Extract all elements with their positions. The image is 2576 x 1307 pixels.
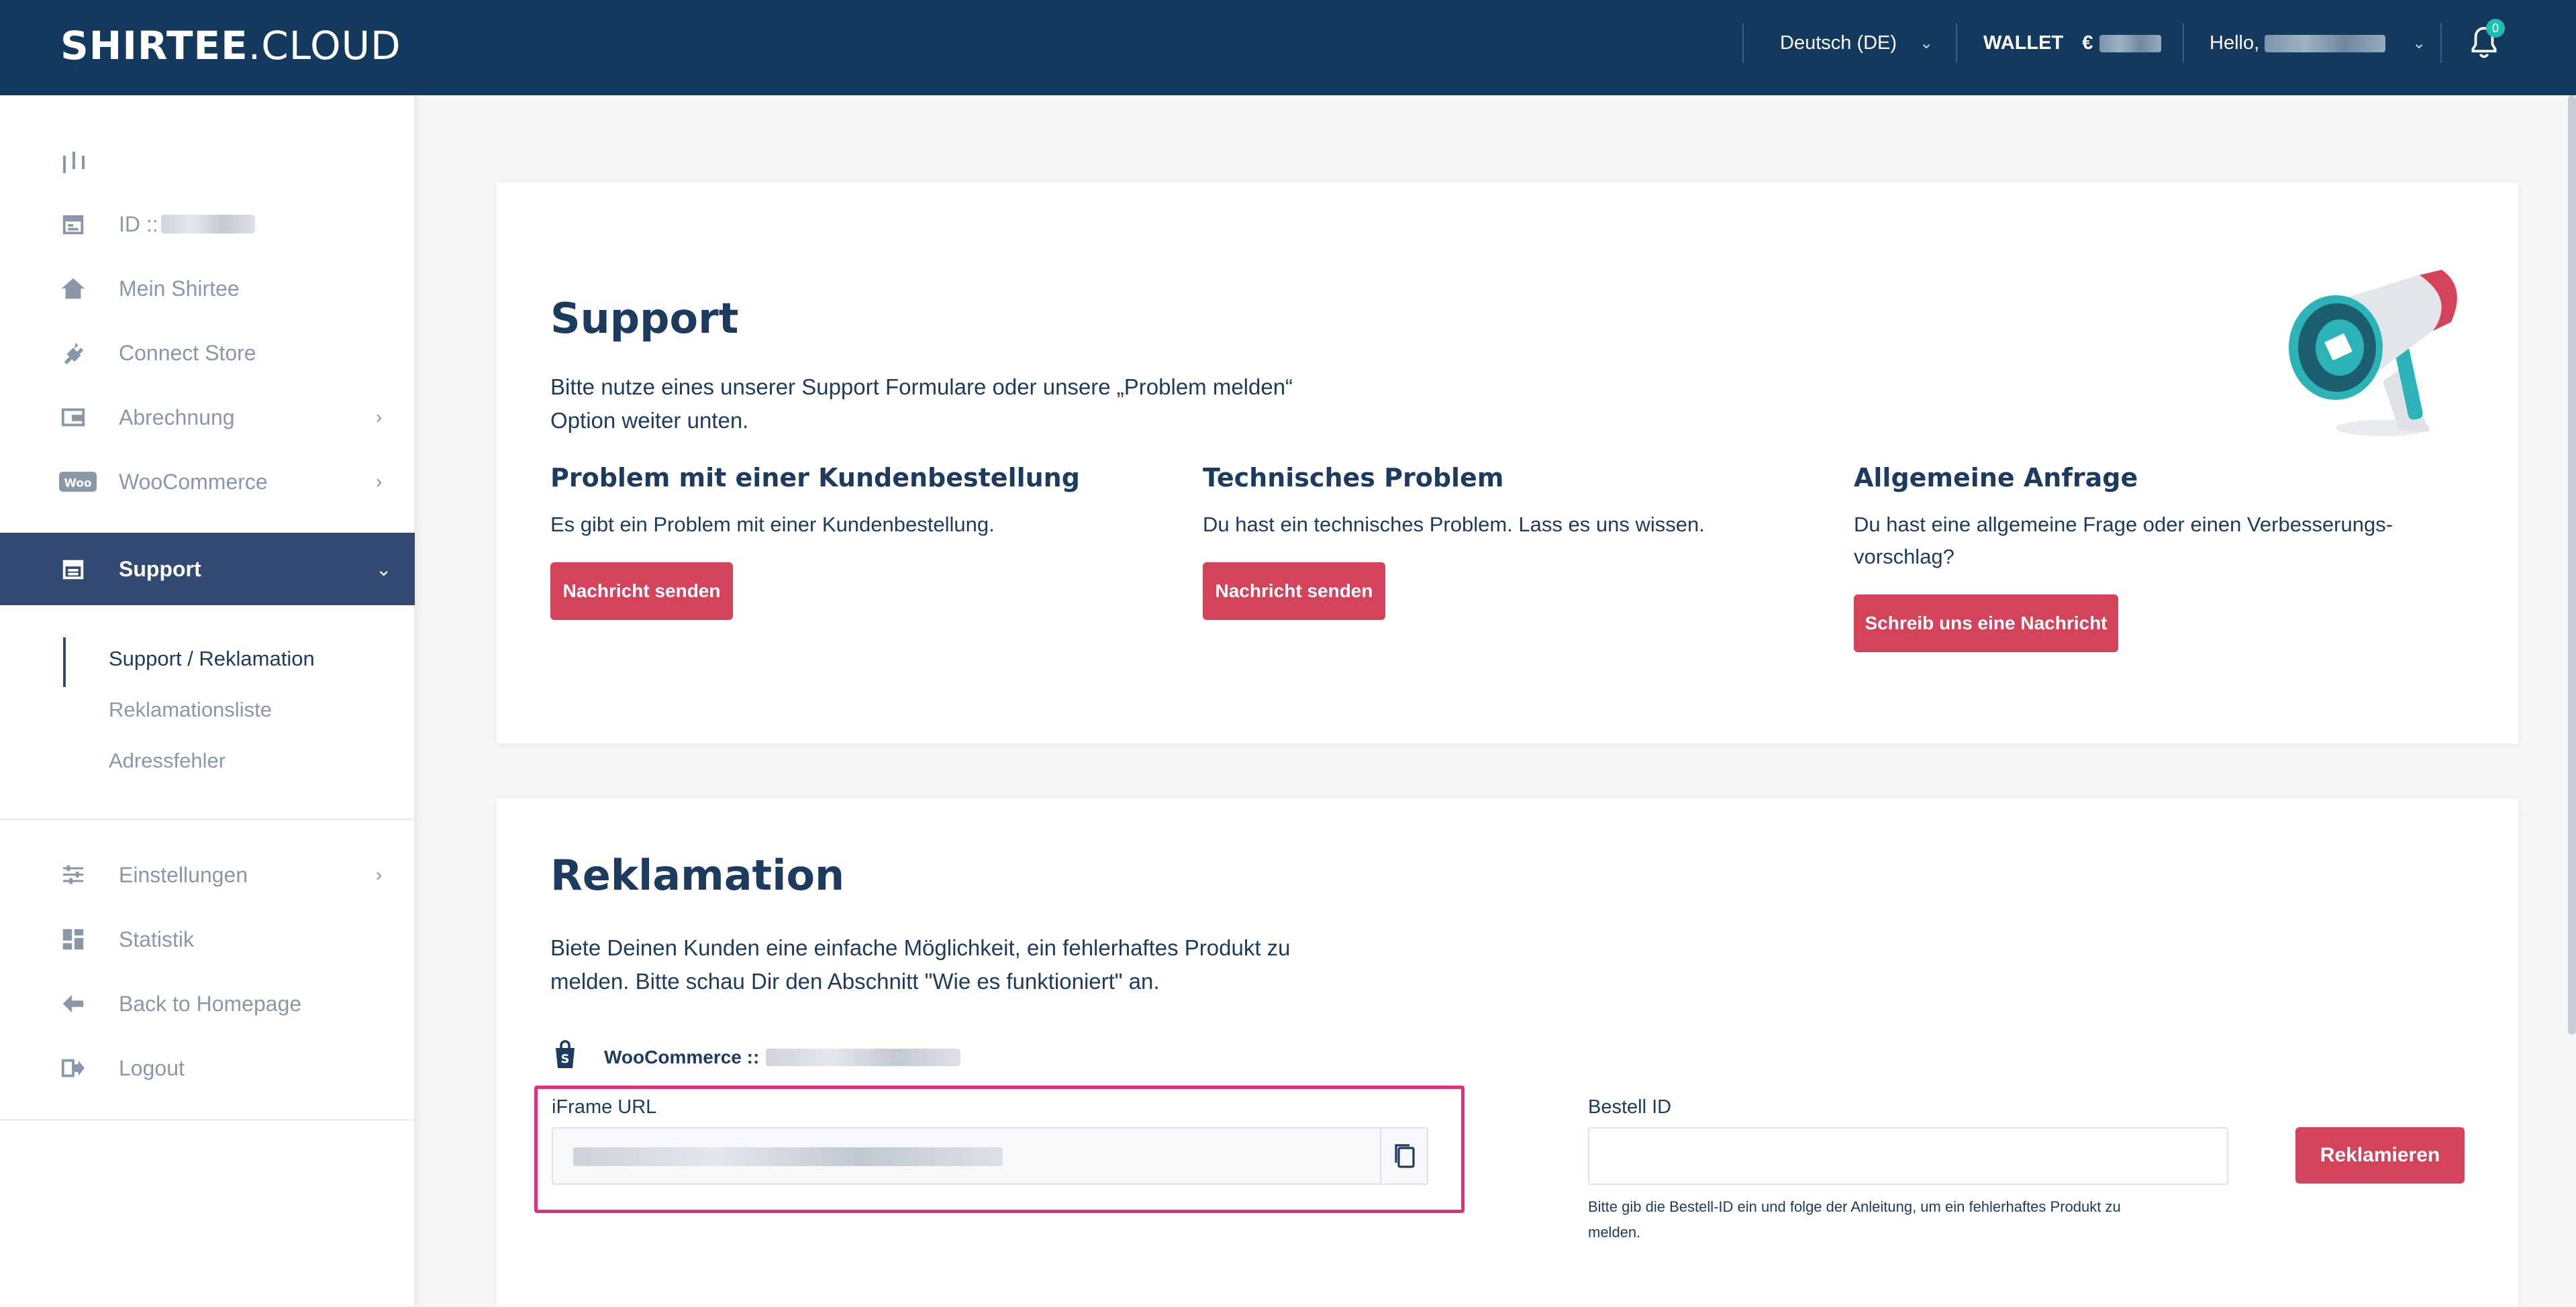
sidebar-item-label: Logout [119, 1055, 185, 1080]
reklamation-card: Reklamation Biete Deinen Kunden eine ein… [497, 798, 2518, 1307]
sidebar-item-abrechnung[interactable]: Abrechnung › [0, 390, 415, 444]
column-title-allgemein: Allgemeine Anfrage [1854, 463, 2138, 492]
sidebar: ID :: Mein Shirtee Connect Store Abrechn… [0, 95, 415, 1307]
scrollbar[interactable] [2568, 95, 2576, 1035]
sidebar-item-id[interactable]: ID :: [0, 197, 415, 251]
send-message-button-technical[interactable]: Nachricht senden [1203, 562, 1385, 620]
divider [1742, 23, 1744, 63]
sliders-icon [62, 865, 84, 884]
language-selector[interactable]: Deutsch (DE) ⌄ [1780, 32, 1933, 54]
chevron-right-icon: › [376, 864, 383, 885]
divider [1956, 23, 1957, 63]
divider [2440, 23, 2442, 63]
id-redacted [161, 215, 255, 233]
sidebar-item-support[interactable]: Support ⌄ [0, 533, 415, 605]
wallet-currency: € [2082, 32, 2093, 54]
sidebar-item-statistik[interactable]: Statistik [0, 912, 415, 966]
sidebar-item-label: Connect Store [119, 340, 256, 365]
wallet-icon [61, 408, 85, 427]
sidebar-item-label: Mein Shirtee [119, 276, 240, 301]
support-icon [62, 560, 84, 580]
top-bar: SHIRTEE.CLOUD Deutsch (DE) ⌄ WALLET € He… [0, 0, 2576, 95]
reklamation-description: Biete Deinen Kunden eine einfache Möglic… [550, 935, 1291, 994]
sidebar-item-label: WooCommerce [119, 469, 268, 494]
order-id-label: Bestell ID [1588, 1096, 1672, 1118]
sidebar-item-logout[interactable]: Logout [0, 1041, 415, 1095]
send-message-button-order[interactable]: Nachricht senden [550, 562, 733, 620]
sub-item-reklamationsliste[interactable]: Reklamationsliste [109, 698, 272, 722]
arrow-left-icon [62, 994, 84, 1013]
write-message-button[interactable]: Schreib uns eine Nachricht [1854, 594, 2118, 652]
notification-badge: 0 [2486, 19, 2505, 38]
active-sub-indicator [63, 637, 66, 687]
support-card: Support Bitte nutze eines unserer Suppor… [497, 182, 2518, 743]
wallet-label: WALLET [1983, 32, 2064, 54]
store-icon [62, 215, 84, 235]
wallet[interactable]: WALLET € [1983, 32, 2162, 54]
language-label: Deutsch (DE) [1780, 32, 1897, 54]
svg-text:S: S [561, 1052, 570, 1066]
sub-item-adressfehler[interactable]: Adressfehler [109, 749, 226, 773]
copy-button[interactable] [1380, 1129, 1427, 1184]
wallet-amount-redacted [2099, 34, 2162, 52]
woocommerce-icon: Woo [59, 472, 97, 492]
support-title: Support [550, 294, 739, 343]
iframe-url-label: iFrame URL [552, 1096, 657, 1118]
store-name: WooCommerce :: [604, 1047, 961, 1068]
divider [2183, 23, 2184, 63]
sidebar-item-einstellungen[interactable]: Einstellungen › [0, 848, 415, 902]
sidebar-item-back-to-homepage[interactable]: Back to Homepage [0, 977, 415, 1031]
logout-icon [61, 1059, 85, 1078]
chevron-right-icon: › [376, 471, 383, 492]
reklamation-title: Reklamation [550, 851, 845, 900]
divider [0, 1119, 415, 1120]
sidebar-item-label: Einstellungen [119, 862, 248, 887]
divider [0, 819, 415, 820]
plug-icon [64, 342, 84, 365]
copy-icon [1395, 1144, 1415, 1168]
chevron-down-icon: ⌄ [2412, 34, 2426, 52]
username-redacted [2265, 34, 2386, 52]
sub-item-support-reklamation[interactable]: Support / Reklamation [109, 647, 315, 671]
megaphone-icon [2289, 270, 2457, 436]
support-description: Bitte nutze eines unserer Support Formul… [550, 374, 1293, 433]
collapse-icon[interactable] [60, 150, 87, 177]
logo[interactable]: SHIRTEE.CLOUD [60, 23, 401, 68]
column-title-kundenbestellung: Problem mit einer Kundenbestellung [550, 463, 1080, 492]
sidebar-item-label: Back to Homepage [119, 991, 302, 1016]
column-text-kundenbestellung: Es gibt ein Problem mit einer Kundenbest… [550, 513, 995, 536]
sidebar-item-label: Abrechnung [119, 405, 235, 429]
sidebar-item-connect-store[interactable]: Connect Store [0, 326, 415, 380]
reklamieren-button[interactable]: Reklamieren [2295, 1127, 2465, 1184]
chevron-down-icon: ⌄ [1920, 34, 1934, 52]
order-id-hint: Bitte gib die Bestell-ID ein und folge d… [1588, 1198, 2121, 1241]
column-text-allgemein: Du hast eine allgemeine Frage oder einen… [1854, 513, 2393, 568]
chevron-down-icon: ⌄ [376, 558, 392, 580]
sidebar-item-mein-shirtee[interactable]: Mein Shirtee [0, 262, 415, 315]
user-menu[interactable]: Hello, ⌄ [2210, 32, 2426, 54]
column-text-technisch: Du hast ein technisches Problem. Lass es… [1203, 513, 1705, 536]
dashboard-icon [62, 929, 84, 950]
sidebar-item-label: Statistik [119, 927, 195, 951]
chevron-right-icon: › [376, 407, 383, 427]
sidebar-item-label: Support [119, 556, 201, 581]
svg-text:Woo: Woo [64, 476, 92, 489]
sidebar-item-woocommerce[interactable]: Woo WooCommerce › [0, 455, 415, 509]
order-id-input[interactable] [1588, 1127, 2228, 1185]
store-url-redacted [766, 1049, 961, 1066]
column-title-technisch: Technisches Problem [1203, 463, 1504, 492]
sidebar-item-label: ID :: [119, 211, 158, 236]
greeting-label: Hello, [2210, 32, 2260, 54]
home-icon [61, 278, 85, 299]
iframe-url-field[interactable] [552, 1127, 1428, 1185]
iframe-url-redacted [573, 1147, 1003, 1166]
shopify-bag-icon: S [556, 1040, 575, 1068]
